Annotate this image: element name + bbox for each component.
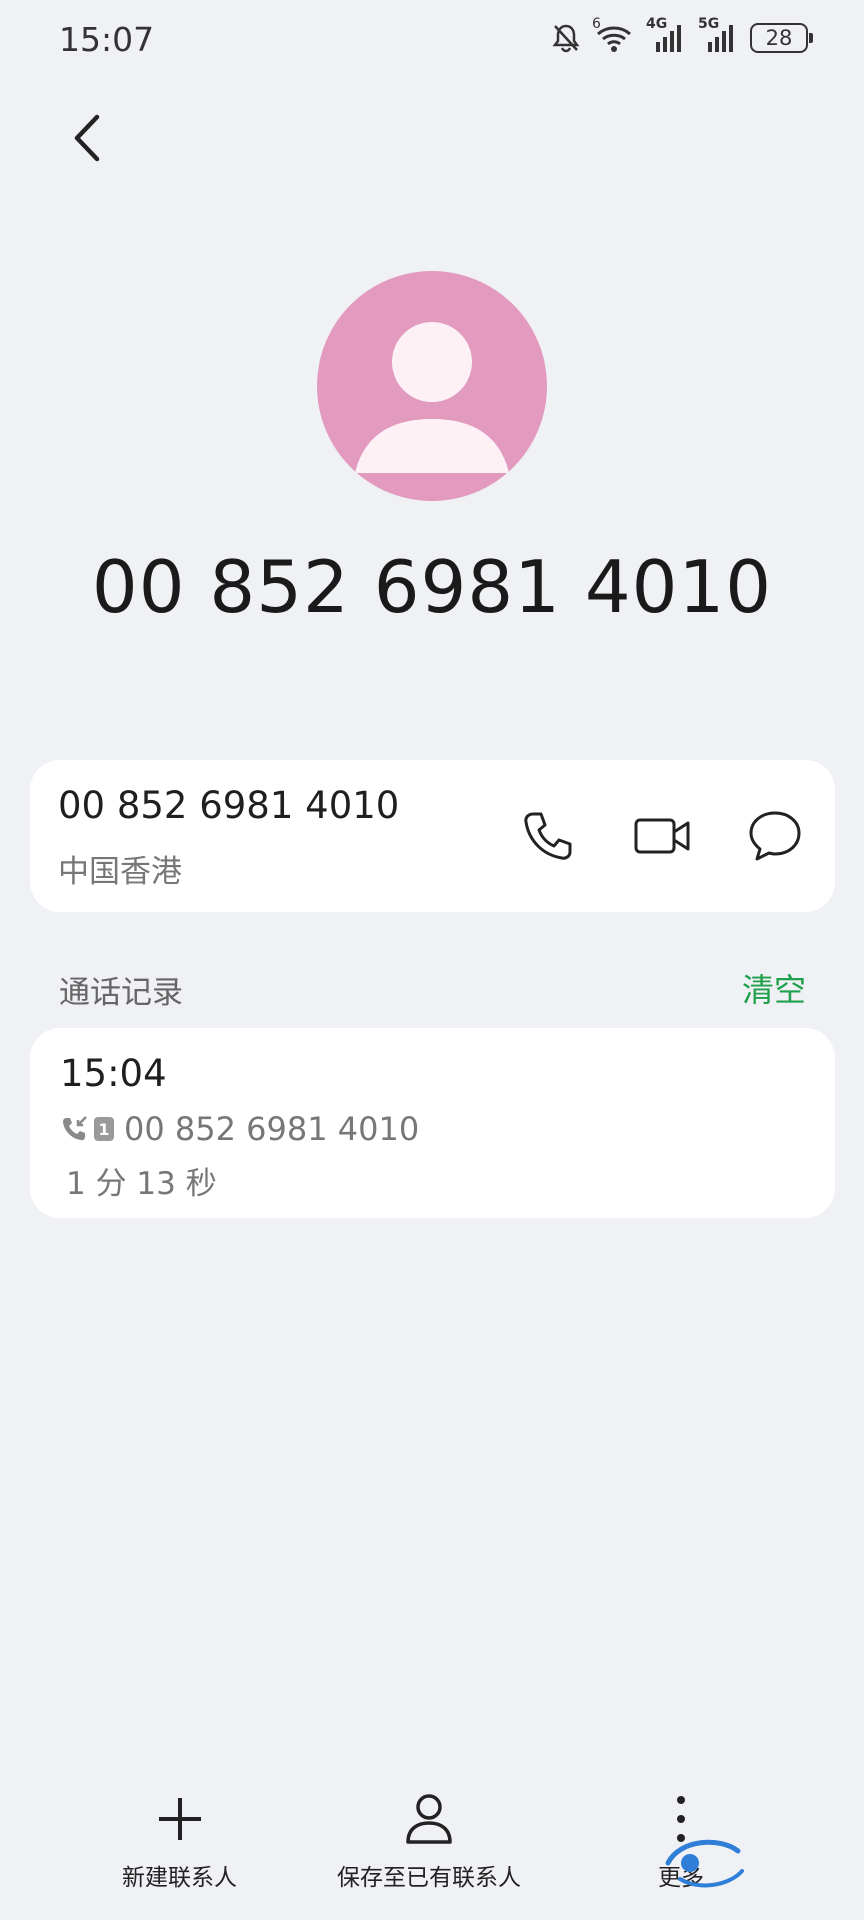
save-to-existing-button[interactable]: 保存至已有联系人 [337,1790,521,1892]
clear-button[interactable]: 清空 [742,965,806,1011]
save-to-existing-label: 保存至已有联系人 [337,1865,521,1891]
person-outline-icon [406,1794,452,1844]
log-time: 15:04 [60,1052,167,1095]
number-card[interactable]: 00 852 6981 4010 中国香港 [30,760,835,912]
card-region: 中国香港 [58,854,182,890]
chevron-left-icon [74,114,100,162]
phone-icon [524,812,572,860]
video-call-icon [634,818,690,854]
watermark-logo [660,1833,860,1893]
message-icon [749,811,801,861]
contact-avatar [317,271,547,501]
person-icon [355,322,509,473]
network-2-label: 5G [698,16,720,32]
wifi-icon: 6 [592,16,634,54]
sim-badge: 1 [94,1117,114,1141]
status-time: 15:07 [59,20,155,59]
new-contact-button[interactable]: 新建联系人 [122,1790,237,1892]
plus-icon [158,1798,201,1840]
battery-icon: 28 [750,23,813,53]
log-detail-row: 1 00 852 6981 4010 [60,1110,419,1148]
signal-5g-icon: 5G [698,16,738,54]
call-log-title: 通话记录 [59,975,183,1011]
log-number: 00 852 6981 4010 [124,1110,420,1148]
back-button[interactable] [58,110,114,166]
card-number: 00 852 6981 4010 [58,784,400,827]
status-bar: 15:07 6 4G 5G 28 [0,0,864,80]
video-call-button[interactable] [630,804,694,868]
call-button[interactable] [516,804,580,868]
status-icons: 6 4G 5G 28 [550,16,813,54]
wifi-label: 6 [592,16,601,32]
page-title: 00 852 6981 4010 [91,545,773,629]
message-button[interactable] [743,804,807,868]
signal-4g-icon: 4G [646,16,686,54]
log-duration: 1 分 13 秒 [66,1166,217,1202]
call-log-entry[interactable]: 15:04 1 00 852 6981 4010 1 分 13 秒 [30,1028,835,1218]
incoming-call-icon [63,1116,87,1141]
network-1-label: 4G [646,16,668,32]
new-contact-label: 新建联系人 [122,1865,237,1891]
bell-muted-icon [552,24,580,53]
